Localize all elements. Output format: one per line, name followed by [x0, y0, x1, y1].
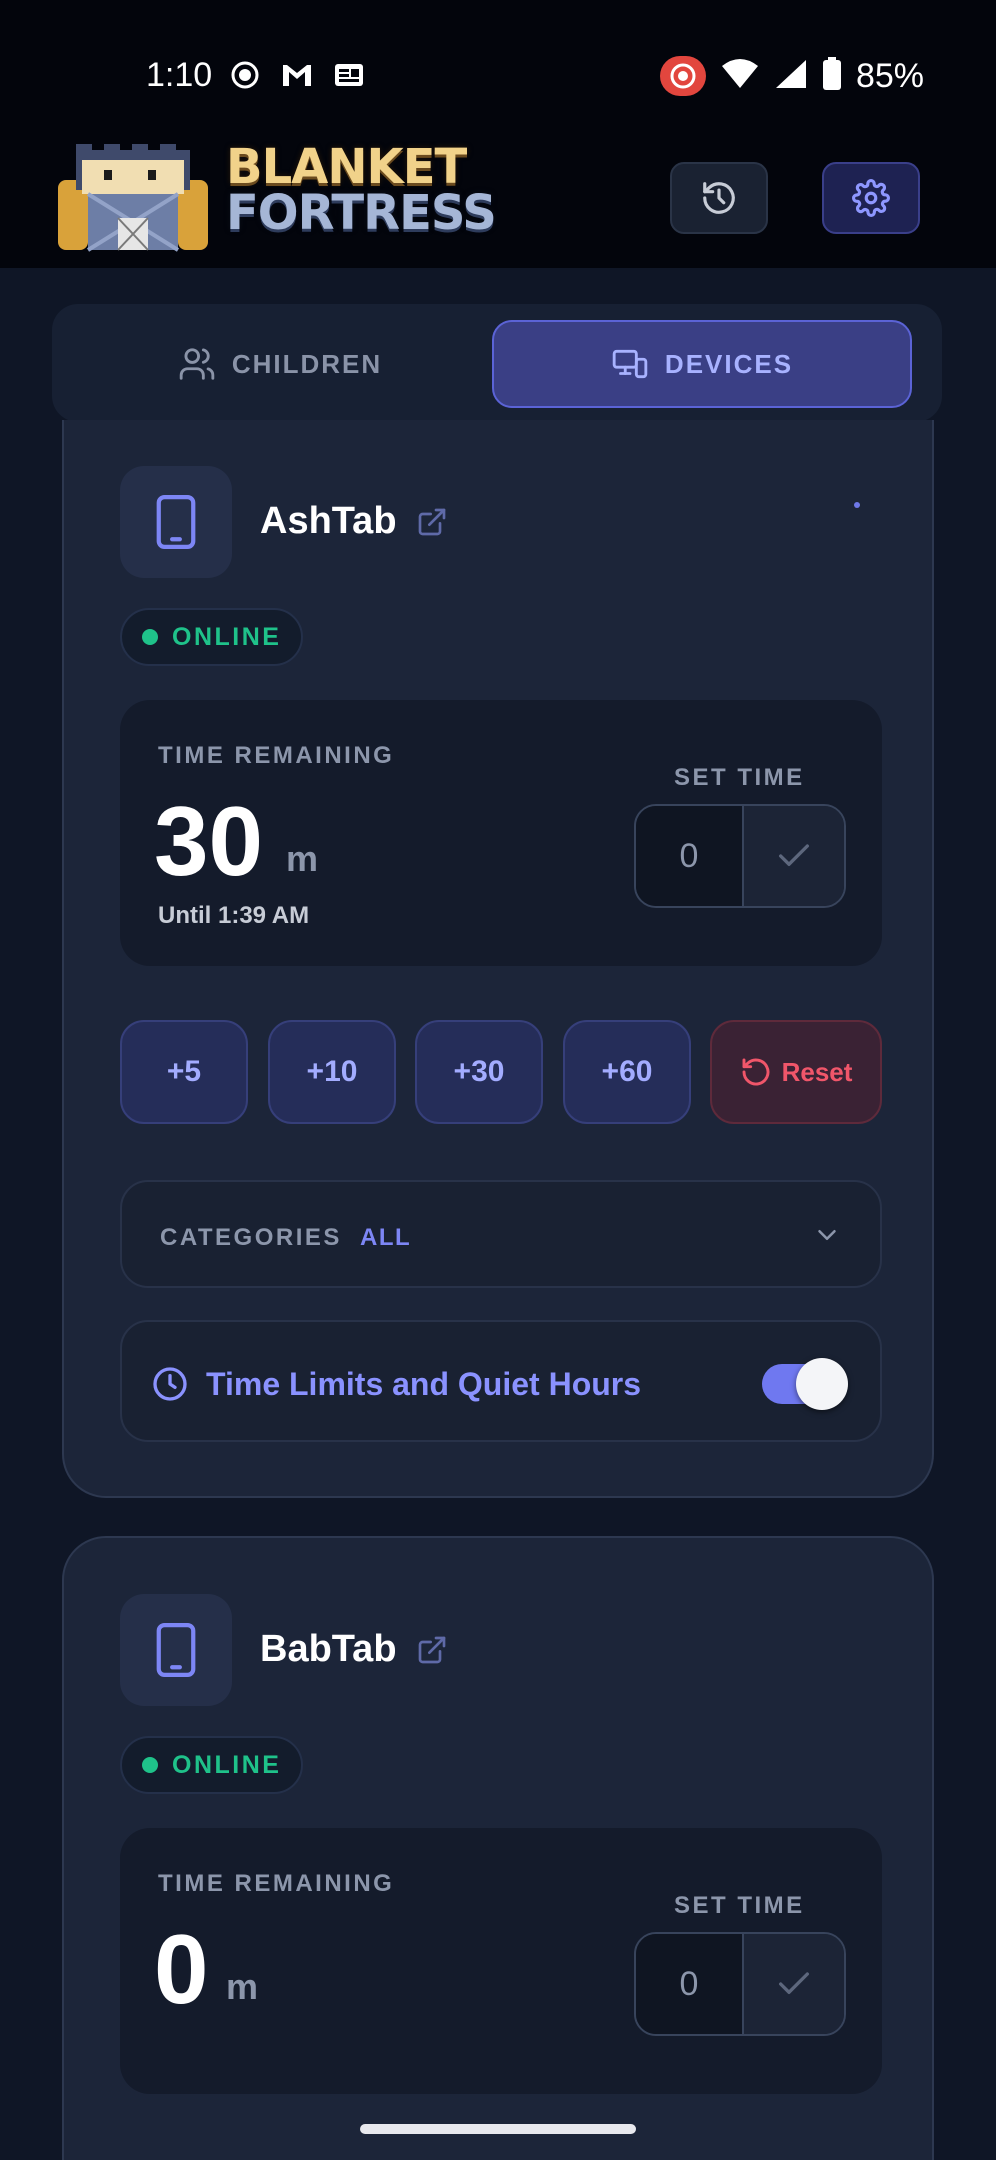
- settings-button[interactable]: [822, 162, 920, 234]
- battery-icon: [822, 56, 842, 96]
- fortress-logo-icon: [58, 144, 208, 252]
- tab-devices[interactable]: DEVICES: [492, 320, 912, 408]
- screen-record-icon: [659, 56, 706, 96]
- set-time-stepper: 0: [634, 804, 846, 908]
- tablet-icon: [156, 1622, 196, 1678]
- time-remaining-label: TIME REMAINING: [158, 1870, 395, 1897]
- status-bar: 1:10 85%: [0, 0, 996, 140]
- time-remaining-value: 0: [154, 1914, 209, 2024]
- history-icon: [703, 182, 735, 214]
- device-icon-box: [120, 466, 232, 578]
- set-time-input[interactable]: 0: [636, 806, 742, 906]
- tab-children[interactable]: CHILDREN: [70, 320, 490, 408]
- history-button[interactable]: [670, 162, 768, 234]
- external-link-icon[interactable]: [416, 506, 448, 538]
- time-limits-row: Time Limits and Quiet Hours: [120, 1320, 882, 1442]
- time-remaining-label: TIME REMAINING: [158, 742, 395, 769]
- app-header: BLANKET FORTRESS: [0, 140, 996, 268]
- add-10-button[interactable]: +10: [268, 1020, 396, 1124]
- tab-devices-label: DEVICES: [664, 348, 794, 379]
- time-limits-toggle[interactable]: [762, 1358, 848, 1410]
- categories-dropdown[interactable]: CATEGORIES ALL: [120, 1180, 882, 1288]
- set-time-confirm-button[interactable]: [742, 1934, 844, 2034]
- set-time-stepper: 0: [634, 1932, 846, 2036]
- check-icon: [779, 844, 809, 866]
- status-badge: ONLINE: [120, 608, 304, 666]
- external-link-icon[interactable]: [416, 1634, 448, 1666]
- device-name[interactable]: BabTab: [260, 1628, 397, 1671]
- reset-button[interactable]: Reset: [710, 1020, 882, 1124]
- chevron-down-icon: [818, 1230, 836, 1240]
- tab-children-label: CHILDREN: [231, 348, 383, 379]
- menu-dot-icon[interactable]: [854, 502, 860, 508]
- battery-percent: 85%: [855, 56, 924, 95]
- tablet-icon: [156, 494, 196, 550]
- set-time-label: SET TIME: [674, 1892, 805, 1919]
- time-until-text: Until 1:39 AM: [158, 902, 310, 929]
- check-icon: [779, 1972, 809, 1994]
- device-card: AshTab ONLINE TIME REMAINING 30 m Until …: [62, 420, 934, 1498]
- home-indicator[interactable]: [360, 2124, 636, 2134]
- time-remaining-unit: m: [226, 1966, 259, 2007]
- logo-title-line2: FORTRESS: [226, 185, 497, 241]
- online-dot-icon: [142, 1757, 158, 1773]
- time-remaining-unit: m: [286, 838, 319, 879]
- tab-bar: CHILDREN DEVICES: [52, 304, 942, 422]
- set-time-confirm-button[interactable]: [742, 806, 844, 906]
- device-name[interactable]: AshTab: [260, 500, 397, 543]
- record-icon: [228, 58, 262, 92]
- add-30-button[interactable]: +30: [415, 1020, 543, 1124]
- logo-title-line1: BLANKET: [226, 139, 467, 195]
- categories-value: ALL: [360, 1224, 412, 1251]
- time-remaining-panel: TIME REMAINING 0 m SET TIME 0: [120, 1828, 882, 2094]
- time-remaining-panel: TIME REMAINING 30 m Until 1:39 AM SET TI…: [120, 700, 882, 966]
- signal-icon: [774, 58, 808, 95]
- wifi-icon: [720, 58, 760, 95]
- device-card: BabTab ONLINE TIME REMAINING 0 m SET TIM…: [62, 1536, 934, 2160]
- set-time-label: SET TIME: [674, 764, 805, 791]
- add-5-button[interactable]: +5: [120, 1020, 248, 1124]
- clock-icon: [153, 1367, 187, 1401]
- time-limits-label[interactable]: Time Limits and Quiet Hours: [206, 1366, 641, 1403]
- app-logo: BLANKET FORTRESS: [48, 140, 497, 260]
- gmail-icon: [280, 58, 314, 92]
- devices-icon: [612, 349, 648, 379]
- reset-icon: [742, 1058, 770, 1086]
- users-icon: [179, 348, 215, 380]
- status-time: 1:10: [146, 56, 213, 94]
- online-dot-icon: [142, 629, 158, 645]
- status-text: ONLINE: [172, 1750, 282, 1779]
- reset-label: Reset: [781, 1056, 853, 1087]
- device-icon-box: [120, 1594, 232, 1706]
- categories-label: CATEGORIES: [160, 1224, 342, 1251]
- toggle-knob: [796, 1358, 848, 1410]
- status-text: ONLINE: [172, 622, 282, 651]
- set-time-input[interactable]: 0: [636, 1934, 742, 2034]
- time-remaining-value: 30: [154, 786, 264, 896]
- status-badge: ONLINE: [120, 1736, 304, 1794]
- add-60-button[interactable]: +60: [563, 1020, 691, 1124]
- news-icon: [332, 58, 366, 92]
- gear-icon: [852, 179, 890, 217]
